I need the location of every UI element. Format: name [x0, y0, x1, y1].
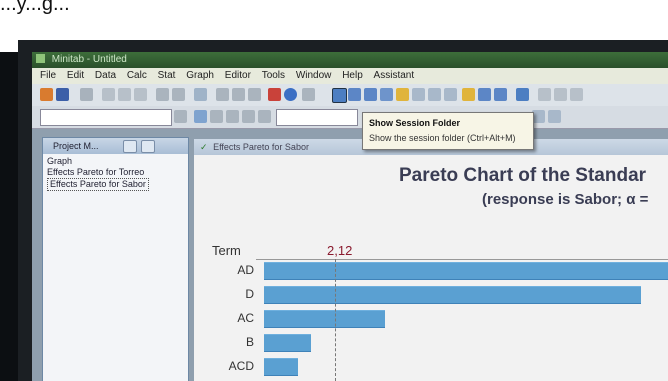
tree-item-effects-pareto-torreo[interactable]: Effects Pareto for Torreo	[47, 167, 184, 178]
bar-label-ac: AC	[237, 311, 254, 325]
mdi-workspace: Project M... Graph Effects Pareto for To…	[32, 129, 668, 381]
undo-icon[interactable]	[156, 88, 169, 101]
edit-last-dialog-icon[interactable]	[194, 88, 207, 101]
graph-window-icon[interactable]	[516, 88, 529, 101]
cancel-icon[interactable]	[268, 88, 281, 101]
bar-acd	[264, 358, 298, 376]
pareto-chart: Pareto Chart of the Standar (response is…	[194, 155, 668, 381]
minitab-app-icon	[36, 54, 45, 63]
paste-icon[interactable]	[134, 88, 147, 101]
project-manager-tree: Graph Effects Pareto for Torreo Effects …	[43, 154, 188, 191]
tree-item-effects-pareto-sabor[interactable]: Effects Pareto for Sabor	[47, 178, 149, 191]
print-icon[interactable]	[80, 88, 93, 101]
show-worksheets-folder-icon[interactable]	[348, 88, 361, 101]
tree-folder-graph[interactable]: Graph	[47, 156, 184, 167]
copy-icon[interactable]	[118, 88, 131, 101]
project-manager-title-bar[interactable]: Project M...	[43, 138, 188, 154]
show-graphs-folder-icon[interactable]	[364, 88, 377, 101]
tooltip-title: Show Session Folder	[369, 118, 461, 128]
menu-file[interactable]: File	[40, 70, 56, 81]
show-history-icon[interactable]	[396, 88, 409, 101]
redo-icon[interactable]	[172, 88, 185, 101]
maximize-icon[interactable]	[141, 140, 155, 153]
menu-bar: File Edit Data Calc Stat Graph Editor To…	[32, 68, 668, 84]
save-icon[interactable]	[56, 88, 69, 101]
menu-graph[interactable]: Graph	[186, 70, 214, 81]
axis-label-term: Term	[212, 243, 241, 258]
menu-calc[interactable]: Calc	[127, 70, 147, 81]
insert-rows-icon[interactable]	[216, 88, 229, 101]
graph-window[interactable]: ✓ Effects Pareto for Sabor Pareto Chart …	[194, 139, 668, 381]
graph-annotation-field[interactable]	[276, 109, 358, 126]
data-window-icon[interactable]	[494, 88, 507, 101]
bar-b	[264, 334, 311, 352]
caption-text: ...y...g...	[0, 0, 70, 15]
chart-subtitle: (response is Sabor; α =	[482, 191, 649, 208]
menu-editor[interactable]: Editor	[225, 70, 251, 81]
plot-frame-top	[256, 259, 668, 260]
column-stats-icon[interactable]	[554, 88, 567, 101]
menu-edit[interactable]: Edit	[67, 70, 84, 81]
critical-value-label: 2,12	[327, 243, 353, 258]
graph-element-selector[interactable]	[40, 109, 172, 126]
screen: Minitab - Untitled File Edit Data Calc S…	[32, 52, 668, 381]
bar-label-d: D	[245, 287, 254, 301]
project-manager-title: Project M...	[53, 141, 99, 151]
insert-columns-icon[interactable]	[232, 88, 245, 101]
text-tool-icon[interactable]	[242, 110, 255, 123]
standard-toolbar	[32, 84, 668, 107]
add-tool-icon[interactable]	[226, 110, 239, 123]
cut-icon[interactable]	[102, 88, 115, 101]
menu-help[interactable]: Help	[342, 70, 363, 81]
menu-data[interactable]: Data	[95, 70, 116, 81]
brush-tool-icon[interactable]	[258, 110, 271, 123]
project-manager-icon[interactable]	[462, 88, 475, 101]
graph-editing-toolbar	[32, 106, 668, 129]
session-window-icon[interactable]	[478, 88, 491, 101]
menu-window[interactable]: Window	[296, 70, 332, 81]
tooltip-description: Show the session folder (Ctrl+Alt+M)	[369, 133, 516, 143]
minimize-icon[interactable]	[123, 140, 137, 153]
chevron-down-icon[interactable]	[174, 110, 187, 123]
sort-icon[interactable]	[538, 88, 551, 101]
bar-ac	[264, 310, 385, 328]
critical-value-reference-line	[335, 259, 336, 381]
bar-ad	[264, 262, 668, 280]
show-session-folder-icon[interactable]	[332, 88, 347, 103]
bar-label-acd: ACD	[228, 359, 254, 373]
show-design-icon[interactable]	[428, 88, 441, 101]
window-title-bar: Minitab - Untitled	[32, 52, 668, 68]
show-session-folder-tooltip: Show Session Folder Show the session fol…	[362, 112, 534, 150]
select-tool-icon[interactable]	[194, 110, 207, 123]
reports-icon[interactable]	[444, 88, 457, 101]
menu-stat[interactable]: Stat	[158, 70, 176, 81]
menu-tools[interactable]: Tools	[262, 70, 285, 81]
stat-guide-icon[interactable]	[302, 88, 315, 101]
line-tool-icon[interactable]	[210, 110, 223, 123]
show-info-icon[interactable]	[380, 88, 393, 101]
window-title: Minitab - Untitled	[51, 54, 127, 65]
chart-title: Pareto Chart of the Standar	[399, 165, 647, 186]
pan-icon[interactable]	[548, 110, 561, 123]
checkmark-icon: ✓	[200, 142, 208, 152]
project-manager-window[interactable]: Project M... Graph Effects Pareto for To…	[42, 137, 189, 381]
bar-label-b: B	[245, 335, 254, 349]
help-icon[interactable]	[284, 88, 297, 101]
move-columns-icon[interactable]	[248, 88, 261, 101]
open-icon[interactable]	[40, 88, 53, 101]
row-stats-icon[interactable]	[570, 88, 583, 101]
show-related-documents-icon[interactable]	[412, 88, 425, 101]
menu-assistant[interactable]: Assistant	[374, 70, 415, 81]
graph-window-title: Effects Pareto for Sabor	[213, 142, 309, 152]
bar-label-ad: AD	[237, 263, 254, 277]
close-icon[interactable]	[165, 140, 177, 151]
bar-d	[264, 286, 641, 304]
